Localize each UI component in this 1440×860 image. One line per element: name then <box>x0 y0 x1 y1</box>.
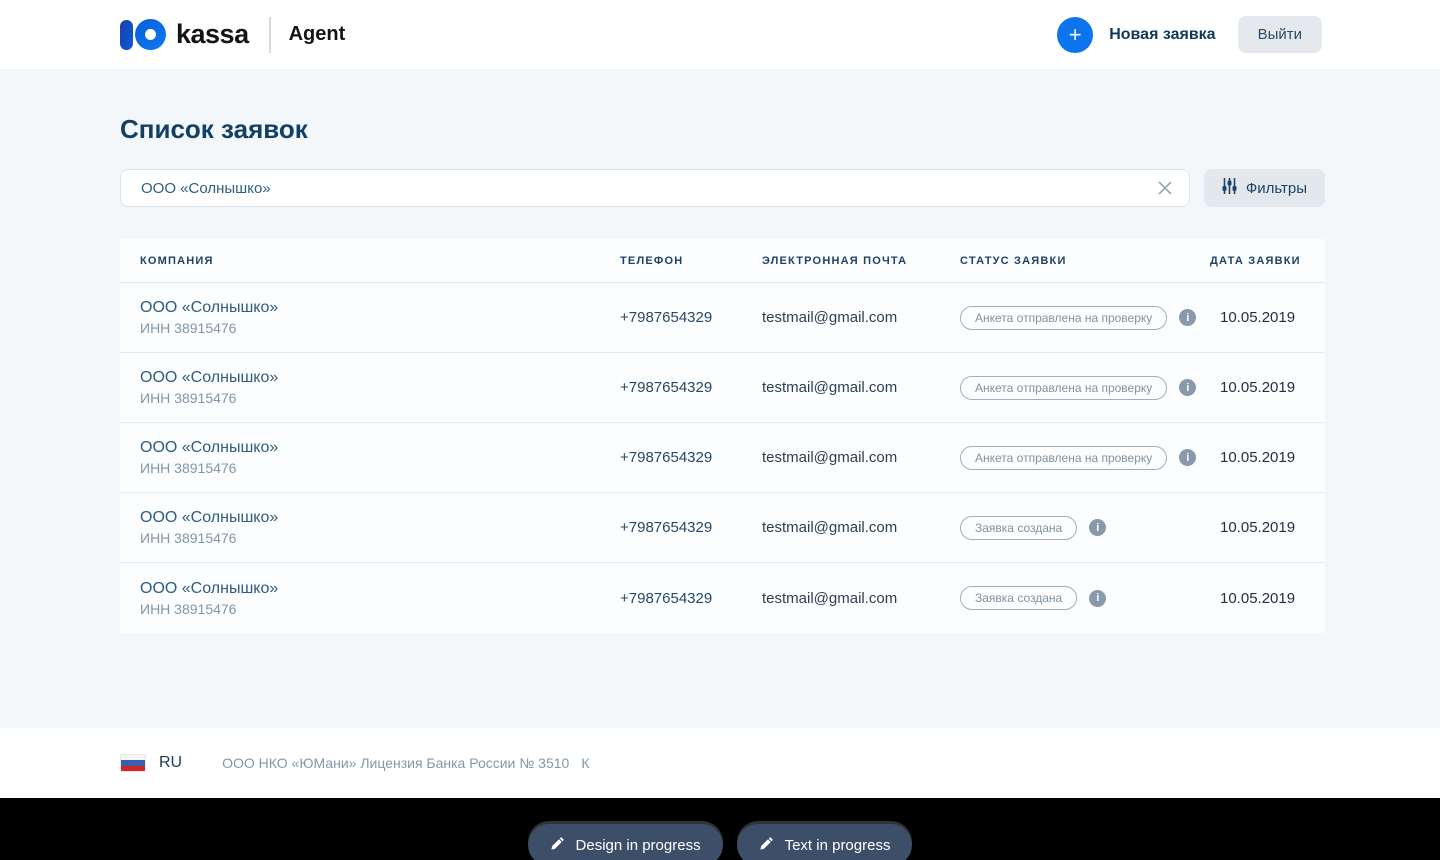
company-cell: ООО «Солнышко» ИНН 38915476 <box>140 299 620 336</box>
table-row[interactable]: ООО «Солнышко» ИНН 38915476 +7987654329 … <box>120 283 1325 353</box>
email-cell: testmail@gmail.com <box>762 379 960 396</box>
page-title: Список заявок <box>120 113 1325 145</box>
search-input[interactable] <box>120 169 1190 207</box>
status-badge: Анкета отправлена на проверку <box>960 306 1167 330</box>
main-content: Список заявок Фильтры КОМПАНИЯ ТЕЛЕФОН Э… <box>0 70 1440 728</box>
status-cell: Анкета отправлена на проверку i <box>960 306 1210 330</box>
table-row[interactable]: ООО «Солнышко» ИНН 38915476 +7987654329 … <box>120 493 1325 563</box>
info-icon[interactable]: i <box>1089 519 1106 536</box>
bottom-overlay-bar: Design in progress Text in progress <box>0 798 1440 860</box>
status-cell: Заявка создана i <box>960 516 1210 540</box>
filters-label: Фильтры <box>1246 180 1307 197</box>
info-icon[interactable]: i <box>1179 309 1196 326</box>
tag-label: Design in progress <box>576 837 701 854</box>
info-icon[interactable]: i <box>1179 379 1196 396</box>
language-label[interactable]: RU <box>159 754 182 772</box>
pencil-icon <box>759 836 774 855</box>
column-header-date: ДАТА ЗАЯВКИ <box>1210 255 1325 267</box>
phone-cell: +7987654329 <box>620 519 762 536</box>
brand-divider <box>269 17 271 53</box>
date-cell: 10.05.2019 <box>1210 309 1325 326</box>
table-row[interactable]: ООО «Солнышко» ИНН 38915476 +7987654329 … <box>120 353 1325 423</box>
filters-button[interactable]: Фильтры <box>1204 169 1325 207</box>
company-name: ООО «Солнышко» <box>140 439 620 457</box>
status-badge: Заявка создана <box>960 586 1077 610</box>
column-header-status: СТАТУС ЗАЯВКИ <box>960 255 1210 267</box>
email-cell: testmail@gmail.com <box>762 449 960 466</box>
brand-kassa-label: kassa <box>176 19 249 50</box>
applications-table: КОМПАНИЯ ТЕЛЕФОН ЭЛЕКТРОННАЯ ПОЧТА СТАТУ… <box>120 239 1325 633</box>
date-cell: 10.05.2019 <box>1210 449 1325 466</box>
company-name: ООО «Солнышко» <box>140 369 620 387</box>
column-header-phone: ТЕЛЕФОН <box>620 255 762 267</box>
table-body: ООО «Солнышко» ИНН 38915476 +7987654329 … <box>120 283 1325 633</box>
table-header-row: КОМПАНИЯ ТЕЛЕФОН ЭЛЕКТРОННАЯ ПОЧТА СТАТУ… <box>120 239 1325 283</box>
info-icon[interactable]: i <box>1089 590 1106 607</box>
company-inn: ИНН 38915476 <box>140 320 620 336</box>
company-inn: ИНН 38915476 <box>140 601 620 617</box>
email-cell: testmail@gmail.com <box>762 590 960 607</box>
sliders-icon <box>1222 178 1237 198</box>
clear-search-icon[interactable] <box>1154 177 1176 199</box>
tag-label: Text in progress <box>785 837 891 854</box>
text-in-progress-tag[interactable]: Text in progress <box>737 824 913 860</box>
column-header-email: ЭЛЕКТРОННАЯ ПОЧТА <box>762 255 960 267</box>
date-cell: 10.05.2019 <box>1210 519 1325 536</box>
status-cell: Анкета отправлена на проверку i <box>960 376 1210 400</box>
yookassa-logo-icon <box>120 19 166 50</box>
company-name: ООО «Солнышко» <box>140 580 620 598</box>
progress-tags: Design in progress Text in progress <box>0 824 1440 860</box>
status-cell: Анкета отправлена на проверку i <box>960 446 1210 470</box>
footer: RU ООО НКО «ЮМани» Лицензия Банка России… <box>0 728 1440 798</box>
phone-cell: +7987654329 <box>620 449 762 466</box>
phone-cell: +7987654329 <box>620 590 762 607</box>
status-badge: Заявка создана <box>960 516 1077 540</box>
email-cell: testmail@gmail.com <box>762 519 960 536</box>
design-in-progress-tag[interactable]: Design in progress <box>528 824 723 860</box>
company-inn: ИНН 38915476 <box>140 390 620 406</box>
date-cell: 10.05.2019 <box>1210 590 1325 607</box>
column-header-company: КОМПАНИЯ <box>140 255 620 267</box>
info-icon[interactable]: i <box>1179 449 1196 466</box>
status-badge: Анкета отправлена на проверку <box>960 376 1167 400</box>
new-request-button[interactable]: + Новая заявка <box>1057 17 1215 53</box>
pencil-icon <box>550 836 565 855</box>
legal-text: ООО НКО «ЮМани» Лицензия Банка России № … <box>222 755 569 771</box>
russia-flag-icon <box>120 754 146 772</box>
top-bar: kassa Agent + Новая заявка Выйти <box>0 0 1440 70</box>
company-inn: ИНН 38915476 <box>140 530 620 546</box>
email-cell: testmail@gmail.com <box>762 309 960 326</box>
status-badge: Анкета отправлена на проверку <box>960 446 1167 470</box>
search-box <box>120 169 1190 207</box>
company-cell: ООО «Солнышко» ИНН 38915476 <box>140 509 620 546</box>
brand-product-label: Agent <box>289 23 346 46</box>
date-cell: 10.05.2019 <box>1210 379 1325 396</box>
brand-logo: kassa Agent <box>120 17 345 53</box>
language-switcher[interactable]: RU <box>120 754 182 772</box>
company-inn: ИНН 38915476 <box>140 460 620 476</box>
phone-cell: +7987654329 <box>620 309 762 326</box>
plus-icon[interactable]: + <box>1057 17 1093 53</box>
logout-button[interactable]: Выйти <box>1238 16 1322 53</box>
table-row[interactable]: ООО «Солнышко» ИНН 38915476 +7987654329 … <box>120 563 1325 633</box>
company-name: ООО «Солнышко» <box>140 299 620 317</box>
legal-text-suffix: К <box>581 755 589 771</box>
new-request-label[interactable]: Новая заявка <box>1109 26 1215 44</box>
phone-cell: +7987654329 <box>620 379 762 396</box>
company-cell: ООО «Солнышко» ИНН 38915476 <box>140 439 620 476</box>
company-cell: ООО «Солнышко» ИНН 38915476 <box>140 369 620 406</box>
status-cell: Заявка создана i <box>960 586 1210 610</box>
company-cell: ООО «Солнышко» ИНН 38915476 <box>140 580 620 617</box>
table-row[interactable]: ООО «Солнышко» ИНН 38915476 +7987654329 … <box>120 423 1325 493</box>
company-name: ООО «Солнышко» <box>140 509 620 527</box>
